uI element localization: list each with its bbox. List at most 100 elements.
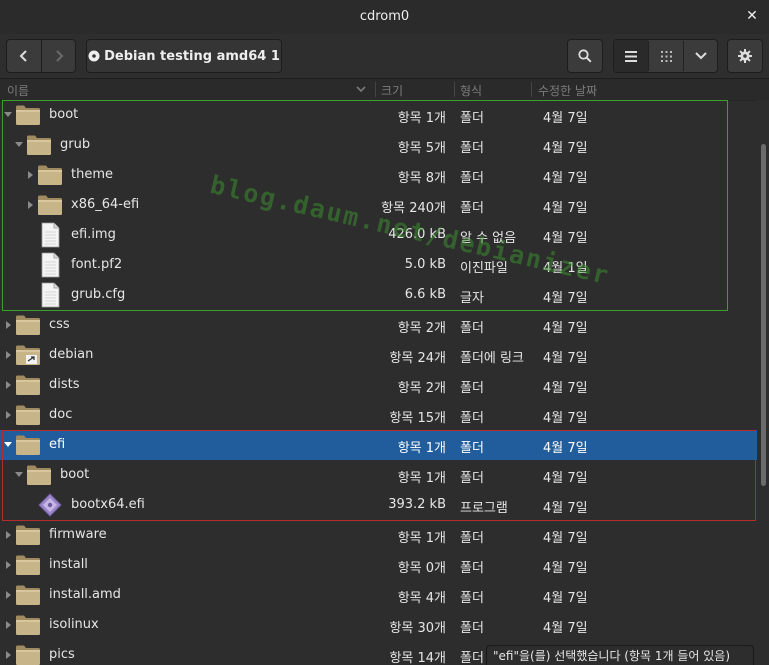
list-view-icon xyxy=(625,50,637,62)
file-name: efi.img xyxy=(71,227,116,242)
table-row[interactable]: isolinux 항목 30개 폴더 4월 7일 xyxy=(0,610,757,640)
forward-button[interactable] xyxy=(41,39,76,73)
file-size: 항목 1개 xyxy=(397,471,446,486)
table-row[interactable]: dists 항목 2개 폴더 4월 7일 xyxy=(0,370,757,400)
sort-descending-icon[interactable] xyxy=(356,86,366,93)
folder-icon xyxy=(16,585,40,605)
folder-icon xyxy=(16,525,40,545)
table-row[interactable]: boot 항목 1개 폴더 4월 7일 xyxy=(0,460,757,490)
expander-closed-icon[interactable] xyxy=(3,409,13,421)
list-view-button[interactable] xyxy=(614,40,648,72)
expander-open-icon[interactable] xyxy=(3,439,13,451)
expander-closed-icon[interactable] xyxy=(3,649,13,661)
expander-closed-icon[interactable] xyxy=(25,169,35,181)
expander-closed-icon[interactable] xyxy=(3,529,13,541)
table-row-selected[interactable]: efi 항목 1개 폴더 4월 7일 xyxy=(0,430,757,460)
search-icon xyxy=(578,49,592,63)
file-modified: 4월 7일 xyxy=(543,231,588,246)
expander-closed-icon[interactable] xyxy=(25,199,35,211)
title-bar: cdrom0 ✕ xyxy=(0,0,769,34)
folder-icon xyxy=(16,555,40,575)
table-row[interactable]: doc 항목 15개 폴더 4월 7일 xyxy=(0,400,757,430)
file-modified: 4월 7일 xyxy=(543,381,588,396)
file-modified: 4월 7일 xyxy=(543,171,588,186)
table-row[interactable]: boot 항목 1개 폴더 4월 7일 xyxy=(0,100,757,130)
menu-button[interactable] xyxy=(727,39,763,73)
table-row[interactable]: firmware 항목 1개 폴더 4월 7일 xyxy=(0,520,757,550)
file-modified: 4월 7일 xyxy=(543,201,588,216)
disc-icon xyxy=(88,50,100,62)
table-row[interactable]: debian 항목 24개 폴더에 링크 4월 7일 xyxy=(0,340,757,370)
file-modified: 4월 7일 xyxy=(543,141,588,156)
table-row[interactable]: grub 항목 5개 폴더 4월 7일 xyxy=(0,130,757,160)
file-modified: 4월 7일 xyxy=(543,531,588,546)
file-icon xyxy=(41,222,60,248)
back-button[interactable] xyxy=(6,39,42,73)
table-row[interactable]: font.pf2 5.0 kB 이진파일 4월 1일 xyxy=(0,250,757,280)
column-type[interactable]: 형식 xyxy=(460,82,482,99)
expander-closed-icon[interactable] xyxy=(3,619,13,631)
file-list: boot 항목 1개 폴더 4월 7일 grub 항목 5개 폴더 4월 7일 theme 항목 … xyxy=(0,100,757,665)
file-name: boot xyxy=(60,467,90,482)
expander-open-icon[interactable] xyxy=(14,469,24,481)
folder-icon xyxy=(27,465,51,485)
expander-closed-icon[interactable] xyxy=(3,349,13,361)
status-bar: "efi"을(를) 선택했습니다 (항목 1개 들어 있음) xyxy=(486,645,754,665)
file-size: 5.0 kB xyxy=(404,257,446,272)
file-name: theme xyxy=(71,167,113,182)
file-size: 6.6 kB xyxy=(404,287,446,302)
file-size: 항목 2개 xyxy=(397,381,446,396)
search-button[interactable] xyxy=(567,39,603,73)
file-size: 항목 1개 xyxy=(397,441,446,456)
file-name: firmware xyxy=(49,527,107,542)
file-size: 항목 24개 xyxy=(389,351,446,366)
file-name: efi xyxy=(49,437,66,452)
table-row[interactable]: css 항목 2개 폴더 4월 7일 xyxy=(0,310,757,340)
file-size: 393.2 kB xyxy=(388,497,446,512)
folder-icon xyxy=(16,615,40,635)
column-size[interactable]: 크기 xyxy=(381,82,403,99)
file-type: 폴더 xyxy=(460,321,484,336)
file-name: debian xyxy=(49,347,94,362)
file-type: 폴더 xyxy=(460,621,484,636)
expander-open-icon[interactable] xyxy=(14,139,24,151)
file-type: 폴더 xyxy=(460,171,484,186)
file-size: 항목 0개 xyxy=(397,561,446,576)
table-row[interactable]: grub.cfg 6.6 kB 글자 4월 7일 xyxy=(0,280,757,310)
column-name[interactable]: 이름 xyxy=(7,82,29,99)
view-options-button[interactable] xyxy=(684,40,718,72)
column-header: 이름 크기 형식 수정한 날짜 xyxy=(0,79,769,101)
file-type: 폴더 xyxy=(460,111,484,126)
file-icon xyxy=(41,252,60,278)
expander-closed-icon[interactable] xyxy=(3,319,13,331)
expander-closed-icon[interactable] xyxy=(3,559,13,571)
file-size: 항목 4개 xyxy=(397,591,446,606)
file-name: isolinux xyxy=(49,617,99,632)
scrollbar[interactable] xyxy=(757,100,769,665)
close-icon[interactable]: ✕ xyxy=(744,7,760,25)
column-modified[interactable]: 수정한 날짜 xyxy=(538,82,597,99)
file-type: 폴더 xyxy=(460,201,484,216)
file-icon xyxy=(41,282,60,308)
scrollbar-thumb[interactable] xyxy=(761,144,766,486)
grid-view-button[interactable] xyxy=(649,40,683,72)
grid-view-icon xyxy=(660,50,672,62)
folder-icon xyxy=(16,105,40,125)
expander-open-icon[interactable] xyxy=(3,109,13,121)
file-type: 글자 xyxy=(460,291,484,306)
table-row[interactable]: install.amd 항목 4개 폴더 4월 7일 xyxy=(0,580,757,610)
expander-closed-icon[interactable] xyxy=(3,589,13,601)
table-row[interactable]: install 항목 0개 폴더 4월 7일 xyxy=(0,550,757,580)
file-size: 항목 8개 xyxy=(397,171,446,186)
file-type: 폴더 xyxy=(460,531,484,546)
chevron-left-icon xyxy=(19,50,27,62)
file-modified: 4월 7일 xyxy=(543,411,588,426)
file-name: doc xyxy=(49,407,73,422)
file-name: grub.cfg xyxy=(71,287,126,302)
file-name: grub xyxy=(60,137,91,152)
table-row[interactable]: bootx64.efi 393.2 kB 프로그램 4월 7일 xyxy=(0,490,757,520)
table-row[interactable]: theme 항목 8개 폴더 4월 7일 xyxy=(0,160,757,190)
location-button[interactable]: Debian testing amd64 1 xyxy=(86,39,282,73)
expander-closed-icon[interactable] xyxy=(3,379,13,391)
location-label: Debian testing amd64 1 xyxy=(104,48,280,64)
